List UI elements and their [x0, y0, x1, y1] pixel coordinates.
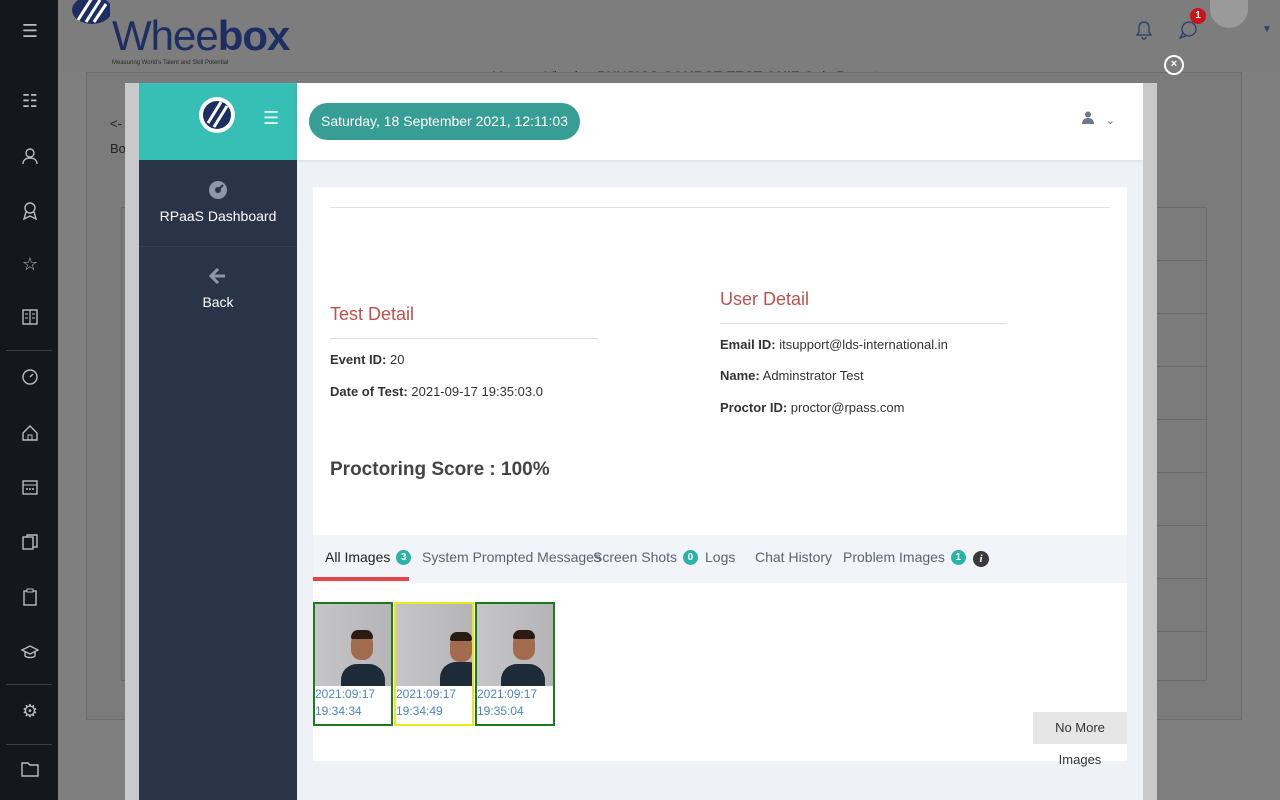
user-menu[interactable]: ⌄	[1082, 111, 1115, 127]
wheebox-mark-icon	[72, 0, 110, 24]
image-gallery: 2021:09:17 19:34:34 2021:09:17 19:34:49 20…	[313, 583, 1127, 767]
count-badge: 1	[950, 550, 966, 565]
active-tab-indicator	[313, 577, 409, 581]
back-arrow-icon	[139, 266, 297, 288]
wheebox-logo[interactable]: Wheebox Measuring World's Talent and Ski…	[70, 0, 290, 70]
sidebar-divider	[139, 246, 297, 247]
tab-all-images[interactable]: All Images 3	[325, 549, 412, 565]
divider	[720, 323, 1007, 324]
folder-icon[interactable]	[19, 758, 41, 780]
user-icon[interactable]	[19, 145, 41, 167]
clipboard-icon[interactable]	[19, 586, 41, 608]
count-badge: 0	[682, 550, 698, 565]
info-icon[interactable]: i	[973, 551, 989, 567]
logo-tagline: Measuring World's Talent and Skill Poten…	[112, 60, 229, 66]
tab-chat-history[interactable]: Chat History	[755, 549, 832, 565]
webcam-photo	[477, 604, 553, 686]
tab-screen-shots[interactable]: Screen Shots 0	[593, 549, 698, 565]
captured-image[interactable]: 2021:09:17 19:35:04	[475, 602, 555, 726]
divider	[330, 338, 598, 339]
modal-close-button[interactable]: ×	[1164, 55, 1184, 75]
book-icon[interactable]	[19, 306, 41, 328]
graduation-icon[interactable]	[19, 641, 41, 663]
proctoring-score: Proctoring Score : 100%	[330, 459, 550, 480]
gear-icon[interactable]: ⚙	[19, 700, 41, 722]
back-link[interactable]: <-	[110, 116, 122, 131]
tab-logs[interactable]: Logs	[705, 549, 735, 565]
test-detail-title: Test Detail	[330, 304, 415, 324]
webcam-photo	[315, 604, 391, 686]
sidebar-item-back[interactable]: Back	[139, 266, 297, 310]
report-table	[1152, 207, 1208, 681]
count-badge: 3	[396, 550, 412, 565]
rpaas-topbar: Saturday, 18 September 2021, 12:11:03 ⌄	[297, 83, 1143, 160]
logo-wordmark: Wheebox	[112, 12, 290, 59]
hamburger-icon[interactable]: ☰	[19, 20, 41, 42]
no-more-images-button[interactable]: No More Images	[1033, 712, 1127, 767]
sidebar-item-rpaas-dashboard[interactable]: RPaaS Dashboard	[139, 180, 297, 224]
proctor-id: Proctor ID: proctor@rpass.com	[720, 400, 905, 415]
captured-image[interactable]: 2021:09:17 19:34:49	[394, 602, 474, 726]
rpaas-sidebar: ☰ RPaaS Dashboard Back	[139, 83, 297, 800]
award-icon[interactable]	[19, 200, 41, 222]
sidebar-divider	[6, 350, 52, 351]
sidebar-item-label: Back	[202, 294, 234, 310]
user-icon	[1082, 111, 1095, 124]
modal-frame: ☰ RPaaS Dashboard Back Saturday, 18 Sept…	[139, 83, 1143, 800]
image-tabs: All Images 3 System Prompted Messages Sc…	[313, 535, 1127, 583]
sidebar-divider	[6, 684, 52, 685]
user-detail-title: User Detail	[720, 289, 810, 309]
details-panel: Test Detail Event ID: 20 Date of Test: 2…	[313, 187, 1127, 535]
tab-problem-images[interactable]: Problem Images 1	[843, 549, 966, 565]
proctoring-modal: ☰ RPaaS Dashboard Back Saturday, 18 Sept…	[125, 83, 1157, 800]
date-of-test: Date of Test: 2021-09-17 19:35:03.0	[330, 384, 543, 399]
image-timestamp: 2021:09:17 19:35:04	[477, 687, 538, 718]
rpaas-sidebar-header: ☰	[139, 83, 297, 160]
gauge-icon[interactable]	[19, 366, 41, 388]
chevron-down-icon[interactable]: ▼	[1262, 24, 1272, 35]
tab-system-prompted-messages[interactable]: System Prompted Messages	[422, 549, 601, 565]
captured-image[interactable]: 2021:09:17 19:34:34	[313, 602, 393, 726]
bell-icon[interactable]	[1135, 20, 1156, 44]
rpaas-logo-icon[interactable]	[199, 97, 235, 133]
dashboard-icon	[139, 180, 297, 202]
chevron-down-icon: ⌄	[1105, 115, 1115, 127]
home-icon[interactable]	[19, 422, 41, 444]
divider	[330, 207, 1110, 208]
webcam-photo	[396, 604, 472, 686]
hamburger-icon[interactable]: ☰	[263, 109, 279, 127]
star-icon[interactable]: ☆	[19, 253, 41, 275]
notification-badge: 1	[1190, 8, 1206, 24]
user-name: Name: Adminstrator Test	[720, 368, 864, 383]
datetime-badge: Saturday, 18 September 2021, 12:11:03	[309, 103, 580, 140]
documents-icon[interactable]	[19, 531, 41, 553]
email-id: Email ID: itsupport@lds-international.in	[720, 337, 948, 352]
event-id: Event ID: 20	[330, 352, 405, 367]
partial-label: Bo	[110, 141, 126, 156]
list-icon[interactable]: ☷	[19, 90, 41, 112]
image-timestamp: 2021:09:17 19:34:34	[315, 687, 376, 718]
calendar-icon[interactable]	[19, 476, 41, 498]
sidebar-divider	[6, 744, 52, 745]
sidebar-item-label: RPaaS Dashboard	[159, 208, 277, 224]
app-sidebar: ☰ ☷ ☆ ⚙	[0, 0, 58, 800]
image-timestamp: 2021:09:17 19:34:49	[396, 687, 457, 718]
